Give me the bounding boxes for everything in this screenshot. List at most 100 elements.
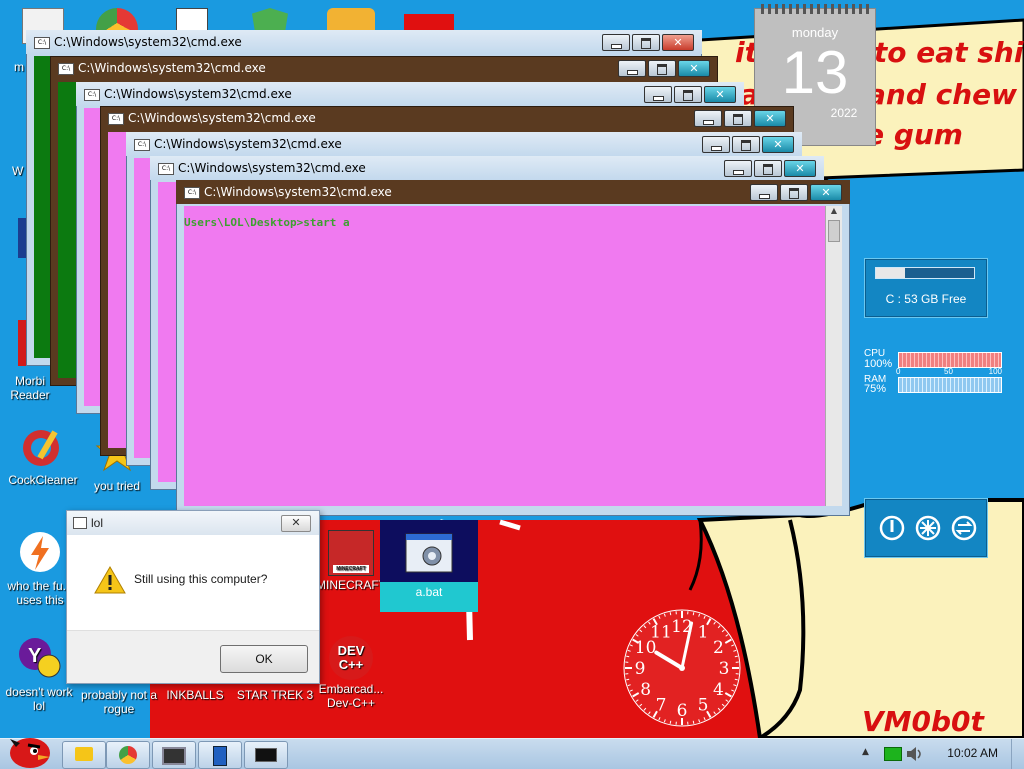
cmd-icon: C:\	[58, 63, 74, 75]
desktop-icon-label: you tried	[74, 479, 160, 493]
start-button-angry-bird-icon[interactable]	[4, 729, 54, 769]
cleaner-icon	[21, 424, 65, 468]
scroll-up-arrow-icon[interactable]: ▲	[826, 206, 842, 218]
clock-numeral: 3	[719, 659, 730, 679]
dialog-message: Still using this computer?	[134, 572, 267, 586]
cmd-icon: C:\	[84, 89, 100, 101]
dialog-close-button[interactable]: ✕	[281, 515, 311, 532]
cmd-titlebar[interactable]: C:\ C:\Windows\system32\cmd.exe ✕	[176, 180, 850, 204]
maximize-button[interactable]	[732, 136, 760, 153]
maximize-button[interactable]	[724, 110, 752, 127]
maximize-button[interactable]	[648, 60, 676, 77]
cmd-scrollbar[interactable]: ▲	[825, 206, 842, 506]
meter-scale: 0 50 100	[896, 367, 1002, 376]
clock-tick	[693, 612, 694, 615]
clock-tick	[626, 656, 629, 657]
batch-file-icon	[402, 526, 458, 578]
close-button[interactable]: ✕	[762, 136, 794, 153]
minimize-button[interactable]	[602, 34, 630, 51]
minecraft-logo-text: MINECRAFT	[333, 565, 369, 573]
calendar-day: 13	[755, 40, 875, 106]
desktop-icon-label: doesn't work lol	[0, 685, 78, 713]
taskbar-cmd-button[interactable]	[244, 741, 288, 769]
close-button[interactable]: ✕	[704, 86, 736, 103]
calendar-weekday: monday	[755, 25, 875, 40]
cmd-window-7[interactable]: C:\ C:\Windows\system32\cmd.exe ✕ Users\…	[176, 180, 850, 516]
cmd-titlebar[interactable]: C:\ C:\Windows\system32\cmd.exe ✕	[100, 106, 794, 130]
clock-tick	[626, 679, 629, 680]
minimize-button[interactable]	[724, 160, 752, 177]
lol-dialog[interactable]: lol ✕ Still using this computer? OK	[66, 510, 320, 684]
maximize-button[interactable]	[632, 34, 660, 51]
task-manager-icon	[162, 747, 186, 765]
cmd-titlebar[interactable]: C:\ C:\Windows\system32\cmd.exe ✕	[126, 132, 802, 156]
maximize-button[interactable]	[674, 86, 702, 103]
desktop-icon-not-a-rogue[interactable]: probably not a rogue	[76, 688, 162, 716]
minimize-button[interactable]	[694, 110, 722, 127]
taskbar-clock[interactable]: 10:02 AM	[947, 746, 998, 760]
cmd-titlebar[interactable]: C:\ C:\Windows\system32\cmd.exe ✕	[50, 56, 718, 80]
maximize-button[interactable]	[754, 160, 782, 177]
minimize-button[interactable]	[750, 184, 778, 201]
folder-icon	[75, 747, 93, 761]
disk-free-label: C : 53 GB Free	[865, 292, 987, 306]
desktop-icon-a-bat[interactable]: a.bat	[380, 520, 478, 612]
show-desktop-button[interactable]	[1011, 739, 1024, 769]
volume-icon[interactable]	[906, 746, 924, 762]
clock-numeral: 11	[650, 623, 672, 643]
cmd-icon: C:\	[184, 187, 200, 199]
taskbar-monitor-button[interactable]	[152, 741, 196, 769]
analog-clock-gadget[interactable]: 121234567891011	[618, 604, 746, 732]
minimize-button[interactable]	[644, 86, 672, 103]
chrome-icon	[119, 746, 137, 764]
disk-usage-bar	[875, 267, 975, 279]
desktop-icon-star-trek-3[interactable]: STAR TREK 3	[232, 688, 318, 702]
battery-icon[interactable]	[884, 747, 902, 761]
switch-user-icon[interactable]	[951, 515, 977, 541]
close-button[interactable]: ✕	[754, 110, 786, 127]
clock-numeral: 5	[698, 695, 709, 715]
scroll-thumb[interactable]	[828, 220, 840, 242]
desktop-icon-devcpp[interactable]: DEV C++ Embarcad... Dev-C++	[308, 636, 394, 710]
dialog-title: lol	[91, 516, 103, 530]
ram-bar	[898, 377, 1002, 393]
power-controls-gadget[interactable]	[864, 498, 988, 558]
blue-app-icon	[213, 746, 227, 766]
close-button[interactable]: ✕	[810, 184, 842, 201]
close-button[interactable]: ✕	[784, 160, 816, 177]
cpu-meter-gadget[interactable]: CPU 100% 0 50 100 RAM 75%	[862, 348, 1002, 396]
close-button[interactable]: ✕	[662, 34, 694, 51]
cmd-titlebar[interactable]: C:\ C:\Windows\system32\cmd.exe ✕	[26, 30, 702, 54]
cpu-value: 100%	[864, 358, 892, 370]
taskbar-app-button[interactable]	[198, 741, 242, 769]
cmd-output-line: Users\LOL\Desktop>start a	[184, 216, 350, 229]
cmd-titlebar[interactable]: C:\ C:\Windows\system32\cmd.exe ✕	[76, 82, 744, 106]
desktop-icon-label: INKBALLS	[152, 688, 238, 702]
cmd-icon: C:\	[34, 37, 50, 49]
warning-icon	[94, 566, 126, 594]
sleep-icon[interactable]	[915, 515, 941, 541]
cmd-title: C:\Windows\system32\cmd.exe	[128, 111, 316, 125]
cmd-title: C:\Windows\system32\cmd.exe	[104, 87, 292, 101]
cmd-titlebar[interactable]: C:\ C:\Windows\system32\cmd.exe ✕	[150, 156, 824, 180]
disk-space-gadget[interactable]: C : 53 GB Free	[864, 258, 988, 318]
cmd-icon	[255, 748, 277, 762]
cmd-icon: C:\	[158, 163, 174, 175]
clock-tick	[735, 656, 738, 657]
power-icon[interactable]	[879, 515, 905, 541]
dialog-titlebar[interactable]: lol ✕	[67, 511, 319, 535]
minimize-button[interactable]	[618, 60, 646, 77]
yahoo-icon: Y	[17, 636, 61, 680]
wallpaper-signature: VM0b0t	[862, 705, 986, 738]
close-button[interactable]: ✕	[678, 60, 710, 77]
show-hidden-icons-icon[interactable]: ▲	[862, 747, 869, 757]
calendar-rings	[761, 4, 869, 14]
desktop-icon-inkballs[interactable]: INKBALLS	[152, 688, 238, 702]
minimize-button[interactable]	[702, 136, 730, 153]
cmd-console[interactable]: Users\LOL\Desktop>start a	[184, 206, 826, 506]
clock-tick	[670, 612, 671, 615]
taskbar-explorer-button[interactable]	[62, 741, 106, 769]
taskbar-chrome-button[interactable]	[106, 741, 150, 769]
maximize-button[interactable]	[780, 184, 808, 201]
ok-button[interactable]: OK	[220, 645, 308, 673]
